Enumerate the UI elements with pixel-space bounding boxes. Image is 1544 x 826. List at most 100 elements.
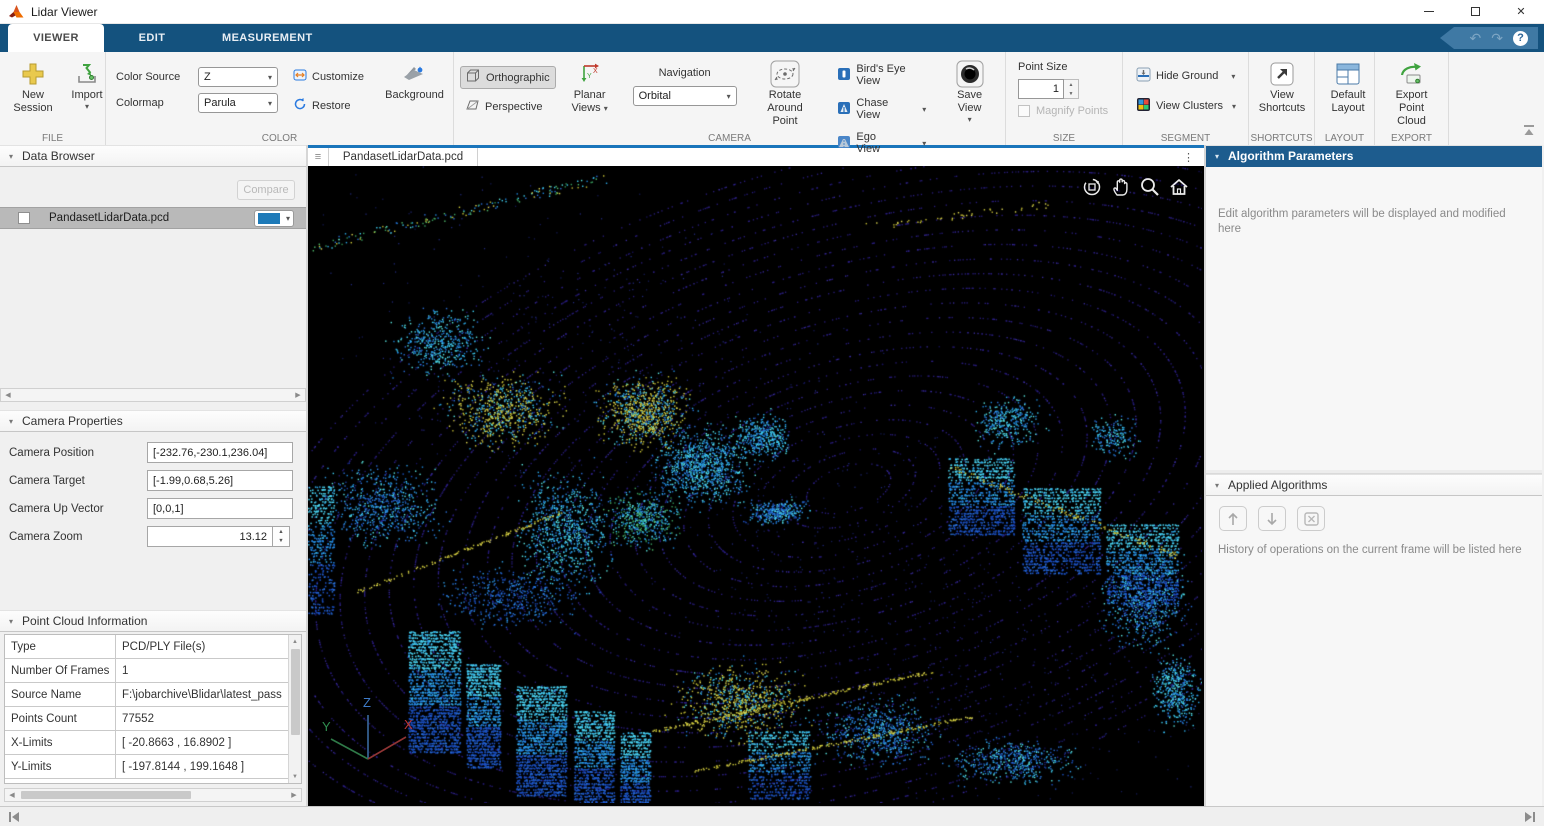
camera-properties-header[interactable]: ▾ Camera Properties (0, 410, 306, 432)
applied-algorithms-header[interactable]: ▾ Applied Algorithms (1206, 474, 1542, 496)
pan-hand-icon[interactable] (1110, 176, 1132, 198)
matlab-logo-icon (9, 5, 24, 18)
point-cloud-canvas[interactable] (308, 166, 1202, 803)
navigation-select[interactable]: Orbital ▾ (633, 86, 737, 106)
color-swatch-dropdown[interactable]: ▾ (254, 210, 294, 227)
move-down-button[interactable] (1258, 506, 1286, 531)
tab-viewer[interactable]: VIEWER (8, 24, 104, 52)
chevron-down-icon: ▾ (268, 99, 272, 108)
export-point-cloud-button[interactable]: Export Point Cloud (1382, 57, 1441, 131)
hide-ground-button[interactable]: Hide Ground ▾ (1131, 65, 1241, 87)
camera-zoom-stepper[interactable]: ▲ ▼ (273, 526, 290, 547)
zoom-icon[interactable] (1139, 176, 1161, 198)
ribbon-group-layout: Default Layout LAYOUT (1315, 52, 1375, 145)
collapse-arrow-icon: ▾ (9, 617, 13, 626)
scroll-left-icon[interactable]: ◀ (5, 791, 19, 799)
help-icon[interactable]: ? (1513, 31, 1528, 46)
camera-zoom-input[interactable]: 13.12 (147, 526, 273, 547)
tab-edit[interactable]: EDIT (104, 24, 200, 52)
axis-y-label: Y (322, 719, 331, 734)
restore-button[interactable]: Restore (288, 95, 369, 116)
table-vscrollbar[interactable]: ▲ ▼ (288, 635, 301, 783)
default-layout-button[interactable]: Default Layout (1322, 57, 1374, 118)
point-cloud-viewport[interactable]: Z Y X (308, 166, 1204, 803)
chevron-down-icon: ▾ (604, 104, 608, 113)
data-browser-title: Data Browser (22, 149, 95, 163)
camera-target-input[interactable]: [-1.99,0.68,5.26] (147, 470, 293, 491)
collapse-left-icon[interactable] (8, 811, 20, 823)
scrollbar-thumb[interactable] (21, 791, 191, 799)
scroll-right-icon[interactable]: ▶ (287, 791, 301, 799)
maximize-button[interactable] (1452, 0, 1498, 23)
view-shortcuts-button[interactable]: View Shortcuts (1256, 57, 1308, 118)
close-button[interactable]: ✕ (1498, 0, 1544, 23)
camera-position-input[interactable]: [-232.76,-230.1,236.04] (147, 442, 293, 463)
scroll-down-icon[interactable]: ▼ (292, 770, 298, 783)
camera-zoom-label: Camera Zoom (0, 531, 147, 543)
redo-icon[interactable]: ↷ (1491, 31, 1503, 45)
scroll-right-icon[interactable]: ▶ (291, 391, 305, 399)
point-size-stepper[interactable]: ▲ ▼ (1064, 79, 1079, 99)
scroll-left-icon[interactable]: ◀ (1, 391, 15, 399)
move-up-button[interactable] (1219, 506, 1247, 531)
color-source-select[interactable]: Z ▾ (198, 67, 278, 87)
ribbon-group-export: Export Point Cloud EXPORT (1375, 52, 1449, 145)
export-section-label: EXPORT (1375, 133, 1448, 144)
chevron-down-icon: ▾ (286, 214, 290, 223)
view-shortcuts-icon (1269, 60, 1295, 88)
undo-icon[interactable]: ↶ (1470, 31, 1482, 45)
ribbon-group-shortcuts: View Shortcuts SHORTCUTS (1249, 52, 1315, 145)
point-cloud-info-title: Point Cloud Information (22, 614, 147, 628)
algorithm-parameters-header[interactable]: ▾ Algorithm Parameters (1206, 145, 1542, 167)
camera-up-vector-input[interactable]: [0,0,1] (147, 498, 293, 519)
customize-button[interactable]: Customize (288, 66, 369, 87)
scrollbar-thumb[interactable] (291, 649, 300, 735)
new-session-button[interactable]: New Session (7, 57, 59, 118)
collapse-right-icon[interactable] (1524, 811, 1536, 823)
point-size-input[interactable]: 1 (1018, 79, 1064, 99)
birds-eye-view-button[interactable]: Bird's Eye View (832, 61, 931, 89)
left-panel: ▾ Data Browser Compare PandasetLidarData… (0, 145, 308, 806)
orthographic-button[interactable]: Orthographic (460, 66, 556, 89)
point-cloud-file-row[interactable]: PandasetLidarData.pcd ▾ (0, 207, 306, 229)
rotate-around-point-button[interactable]: Rotate Around Point (749, 57, 822, 131)
data-browser-header[interactable]: ▾ Data Browser (0, 145, 306, 167)
ribbon-group-file: New Session Import ▾ FILE (0, 52, 106, 145)
planar-views-button[interactable]: Y X Planar Views ▾ (564, 57, 616, 118)
collapse-ribbon-icon[interactable] (1522, 123, 1536, 141)
close-icon: ✕ (1516, 5, 1525, 18)
up-arrow-icon (1227, 512, 1239, 526)
compare-button[interactable]: Compare (237, 180, 295, 200)
document-tab[interactable]: PandasetLidarData.pcd (328, 148, 478, 166)
size-section-label: SIZE (1006, 133, 1122, 144)
rotate-3d-icon[interactable] (1081, 176, 1103, 198)
data-browser-hscrollbar[interactable]: ◀ ▶ (0, 388, 306, 402)
chase-view-button[interactable]: Chase View ▾ (832, 95, 931, 123)
view-clusters-button[interactable]: View Clusters ▾ (1131, 95, 1241, 117)
table-hscrollbar[interactable]: ◀ ▶ (4, 788, 302, 802)
chevron-down-icon: ▾ (1231, 72, 1235, 81)
remove-operation-button[interactable] (1297, 506, 1325, 531)
perspective-button[interactable]: Perspective (460, 96, 556, 117)
colormap-select[interactable]: Parula ▾ (198, 93, 278, 113)
import-dropdown-icon: ▾ (85, 102, 89, 111)
minimize-icon (1424, 11, 1434, 12)
title-bar: Lidar Viewer ✕ (0, 0, 1544, 24)
cancel-icon (1304, 512, 1319, 526)
scroll-up-icon[interactable]: ▲ (292, 635, 298, 648)
tab-measurement[interactable]: MEASUREMENT (200, 24, 335, 52)
background-button[interactable]: Background (383, 57, 446, 105)
save-view-icon (956, 60, 984, 88)
ribbon-group-camera: Orthographic Perspective Y X (454, 52, 1006, 145)
minimize-button[interactable] (1406, 0, 1452, 23)
tab-options-icon[interactable]: ⋮ (1183, 151, 1194, 164)
home-icon[interactable] (1168, 176, 1190, 198)
magnify-points-checkbox[interactable] (1018, 105, 1030, 117)
file-section-label: FILE (0, 133, 105, 144)
tab-menu-icon[interactable]: ≡ (308, 151, 328, 163)
save-view-button[interactable]: Save View ▾ (941, 57, 998, 127)
file-checkbox[interactable] (18, 212, 30, 224)
point-cloud-info-header[interactable]: ▾ Point Cloud Information (0, 610, 306, 632)
customize-icon (293, 68, 307, 85)
applied-algorithms-title: Applied Algorithms (1228, 478, 1327, 492)
